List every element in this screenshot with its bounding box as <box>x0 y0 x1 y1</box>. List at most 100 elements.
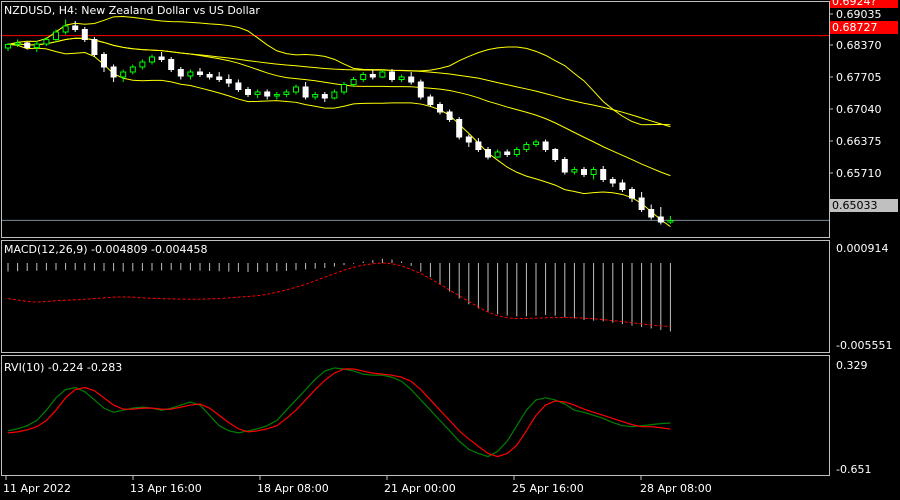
candle-bear <box>427 96 434 105</box>
candle-bear <box>235 82 242 90</box>
rvi-group <box>7 367 671 458</box>
candle-bear <box>437 104 443 113</box>
candle-bull <box>254 91 261 95</box>
candle-bear <box>417 81 424 98</box>
candle-bull <box>129 66 136 73</box>
candle-bear <box>619 182 626 190</box>
time-label: 25 Apr 16:00 <box>512 482 584 495</box>
current-price-badge: 0.65033 <box>830 199 898 212</box>
candle-bear <box>465 136 472 143</box>
candle-bear <box>206 74 213 78</box>
candle-bear <box>110 66 117 78</box>
candle-bull <box>149 56 155 63</box>
bollinger-bands <box>7 16 671 227</box>
time-label: 18 Apr 08:00 <box>257 482 329 495</box>
price-tick: 0.69035 <box>836 8 882 21</box>
candle-bear <box>485 149 491 158</box>
candle-bull <box>398 76 405 80</box>
candle-bear <box>91 39 98 55</box>
candle-bear <box>168 59 175 70</box>
price-tick: 0.65710 <box>836 167 882 180</box>
time-label: 21 Apr 00:00 <box>384 482 456 495</box>
price-tick: 0.66375 <box>836 135 882 148</box>
candle-bear <box>600 169 607 180</box>
candle-bear <box>321 94 328 99</box>
time-label: 13 Apr 16:00 <box>130 482 202 495</box>
candle-bull <box>62 25 69 33</box>
candle-bear <box>264 91 271 97</box>
candle-bear <box>72 25 79 30</box>
red-line-price-badge: 0.68727 <box>830 21 898 34</box>
candle-bear <box>657 216 664 223</box>
symbol-description: New Zealand Dollar vs US Dollar <box>81 4 260 17</box>
candle-bull <box>341 84 347 93</box>
price-tick: 0.68370 <box>836 39 882 52</box>
candle-bull <box>360 74 367 80</box>
candle-bull <box>513 149 520 155</box>
candle-bull <box>590 169 597 175</box>
candle-bull <box>273 94 280 97</box>
candle-bull <box>667 220 674 223</box>
candle-bull <box>533 141 539 145</box>
price-tick: 0.67040 <box>836 103 882 116</box>
candle-bear <box>638 197 645 210</box>
candle-bear <box>552 149 559 160</box>
rvi-axis-top: 0.329 <box>836 359 868 372</box>
candle-bear <box>504 151 511 155</box>
candle-bull <box>14 42 21 45</box>
rvi-main-line <box>7 367 671 458</box>
candle-bull <box>187 71 194 77</box>
candle-bear <box>81 29 88 40</box>
rvi-signal-line <box>7 368 671 458</box>
candle-bear <box>561 159 568 173</box>
candle-bull <box>53 31 59 40</box>
candle-bear <box>225 79 232 84</box>
candle-bear <box>369 74 376 78</box>
rvi-label: RVI(10) -0.224 -0.283 <box>4 361 123 374</box>
candle-bear <box>24 42 31 48</box>
candle-bear <box>101 54 107 68</box>
macd-axis-bottom: -0.005551 <box>836 339 893 352</box>
upper-band-line <box>7 16 671 126</box>
moving-average-line <box>7 37 671 128</box>
candle-bull <box>283 91 290 95</box>
candle-bear <box>648 209 655 218</box>
rvi-panel-frame <box>1 355 830 476</box>
candle-bull <box>494 151 501 158</box>
candle-bull <box>43 39 50 45</box>
candle-bull <box>331 91 338 99</box>
candle-bear <box>475 141 482 150</box>
top-price-badge: 0.6924? <box>830 0 898 8</box>
candle-bull <box>139 61 146 68</box>
candle-bear <box>446 111 453 120</box>
candle-bear <box>245 89 251 95</box>
candle-bull <box>120 71 127 78</box>
candle-bear <box>456 119 463 138</box>
candle-bear <box>197 71 203 75</box>
time-label: 28 Apr 08:00 <box>640 482 712 495</box>
candle-bear <box>542 141 549 150</box>
chart-header: NZDUSD, H4: New Zealand Dollar vs US Dol… <box>4 4 260 17</box>
price-tick: 0.67705 <box>836 71 882 84</box>
macd-group <box>7 258 671 332</box>
candle-bear <box>158 56 165 60</box>
candle-bear <box>302 86 309 98</box>
macd-panel-frame <box>1 240 830 353</box>
candle-bull <box>379 71 386 78</box>
candle-bear <box>629 189 635 199</box>
candle-bear <box>581 169 587 175</box>
candle-bull <box>312 94 319 98</box>
candle-bear <box>408 76 415 83</box>
candle-bear <box>216 76 223 80</box>
candle-bull <box>523 144 530 150</box>
candle-bull <box>5 44 11 49</box>
candles-group <box>5 19 674 225</box>
symbol-timeframe: NZDUSD, H4: <box>4 4 78 17</box>
candle-bull <box>571 169 578 173</box>
time-label: 11 Apr 2022 <box>3 482 72 495</box>
price-panel-frame <box>1 1 830 238</box>
lower-band-line <box>7 44 671 227</box>
candle-bull <box>293 86 299 93</box>
candle-bear <box>389 71 395 80</box>
macd-label: MACD(12,26,9) -0.004809 -0.004458 <box>4 243 208 256</box>
